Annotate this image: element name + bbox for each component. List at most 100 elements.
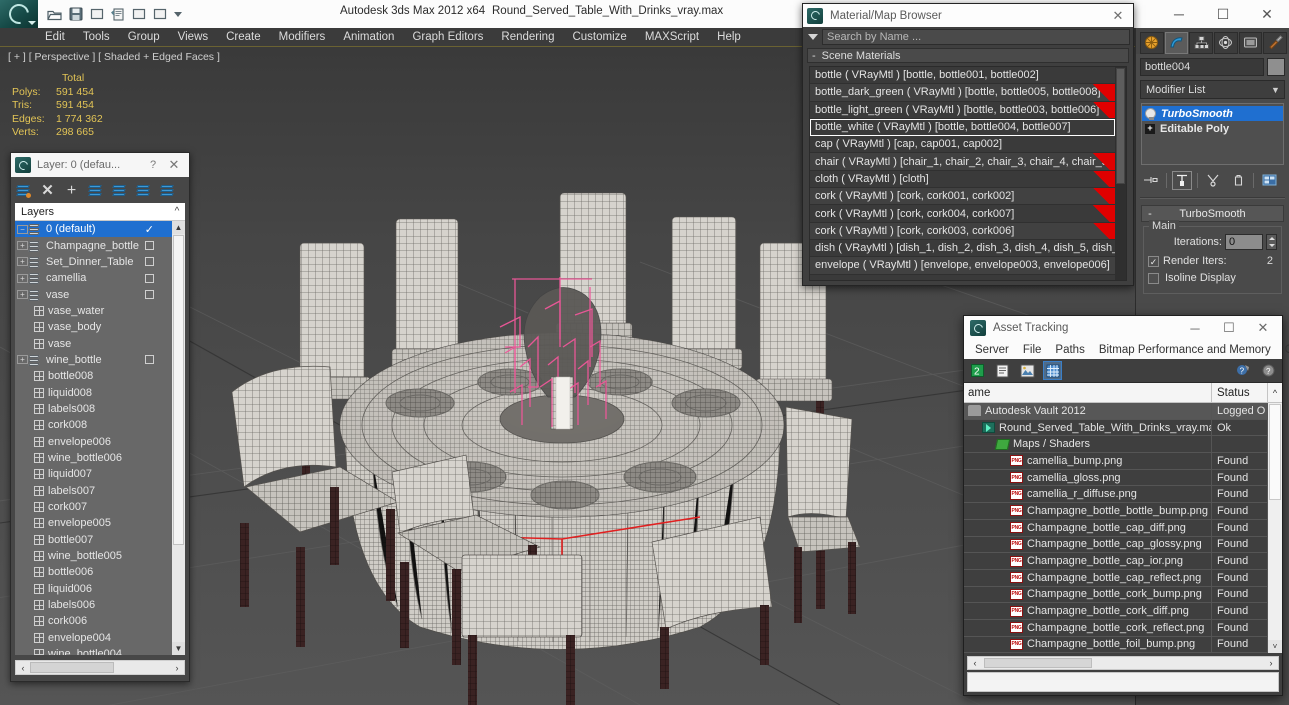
layer-row[interactable]: liquid008 bbox=[15, 384, 172, 400]
asset-minimize-button[interactable]: ─ bbox=[1178, 321, 1212, 336]
modifier-stack-item-turbosmooth[interactable]: TurboSmooth bbox=[1142, 106, 1283, 121]
isoline-display-row[interactable]: Isoline Display bbox=[1148, 272, 1277, 284]
section-collapse-icon[interactable]: - bbox=[812, 50, 816, 62]
layer-checkbox[interactable] bbox=[145, 290, 154, 300]
layer-hscroll-right-icon[interactable]: › bbox=[170, 663, 184, 673]
close-button[interactable]: ✕ bbox=[1245, 0, 1289, 28]
layer-help-button[interactable]: ? bbox=[143, 159, 163, 171]
asset-menu-file[interactable]: File bbox=[1016, 344, 1049, 356]
layer-checkbox[interactable] bbox=[145, 257, 154, 267]
scene-materials-section-header[interactable]: - Scene Materials bbox=[807, 48, 1129, 63]
modifier-stack-item-editable-poly[interactable]: + Editable Poly bbox=[1142, 121, 1283, 136]
material-row[interactable]: cork ( VRayMtl ) [cork, cork001, cork002… bbox=[810, 188, 1115, 206]
isoline-display-checkbox[interactable] bbox=[1148, 272, 1159, 284]
layer-checkbox[interactable] bbox=[145, 355, 154, 365]
asset-table-body[interactable]: Autodesk Vault 2012 Logged O Round_Served_… bbox=[964, 403, 1282, 653]
menu-item-customize[interactable]: Customize bbox=[563, 28, 635, 46]
asset-hscroll-right-icon[interactable]: › bbox=[1264, 658, 1278, 668]
help-icon[interactable]: ? bbox=[1259, 361, 1278, 380]
modifier-list-dropdown[interactable]: Modifier List ▼ bbox=[1140, 80, 1285, 99]
layer-scroll-down-button[interactable]: ▼ bbox=[172, 642, 185, 655]
modify-tab-icon[interactable] bbox=[1164, 31, 1189, 54]
asset-maximize-button[interactable]: ☐ bbox=[1212, 320, 1246, 336]
hide-layer-icon[interactable] bbox=[160, 183, 175, 198]
layer-list-horizontal-scrollbar[interactable]: ‹ › bbox=[15, 660, 185, 675]
asset-close-button[interactable]: ✕ bbox=[1246, 320, 1280, 336]
asset-table-row[interactable]: Round_Served_Table_With_Drinks_vray.max O… bbox=[964, 419, 1268, 437]
expand-collapse-icon[interactable]: + bbox=[17, 241, 28, 251]
layer-row[interactable]: vase_body bbox=[15, 319, 172, 335]
asset-scroll-thumb[interactable] bbox=[1269, 404, 1281, 500]
expand-collapse-icon[interactable]: + bbox=[17, 355, 28, 365]
asset-tracking-window[interactable]: Asset Tracking ─ ☐ ✕ Server File Paths B… bbox=[963, 315, 1289, 696]
layer-row[interactable]: + wine_bottle bbox=[15, 352, 172, 368]
layer-row[interactable]: wine_bottle006 bbox=[15, 450, 172, 466]
layer-row[interactable]: bottle007 bbox=[15, 532, 172, 548]
configure-modifier-sets-icon[interactable] bbox=[1259, 171, 1279, 190]
asset-table-row[interactable]: PNG Champagne_bottle_foil_bump.png Found bbox=[964, 636, 1268, 653]
select-highlighted-objects-icon[interactable] bbox=[112, 183, 127, 198]
layer-list[interactable]: − 0 (default) ✓ + Champagne_bottle + Set_Dinne… bbox=[15, 221, 185, 655]
minimize-button[interactable]: ─ bbox=[1157, 0, 1201, 28]
layer-row[interactable]: bottle008 bbox=[15, 368, 172, 384]
material-row[interactable]: cloth ( VRayMtl ) [cloth] bbox=[810, 170, 1115, 189]
asset-vertical-scrollbar[interactable]: ˅ bbox=[1268, 403, 1282, 653]
asset-table-row[interactable]: PNG camellia_r_diffuse.png Found bbox=[964, 486, 1268, 504]
create-new-layer-icon[interactable] bbox=[16, 183, 31, 198]
asset-menu-paths[interactable]: Paths bbox=[1048, 344, 1091, 356]
select-objects-in-layer-icon[interactable] bbox=[88, 183, 103, 198]
grid-view-icon[interactable] bbox=[1043, 361, 1062, 380]
layer-row[interactable]: labels008 bbox=[15, 401, 172, 417]
asset-table-row[interactable]: Autodesk Vault 2012 Logged O bbox=[964, 403, 1268, 420]
render-icon[interactable] bbox=[151, 6, 168, 23]
material-row[interactable]: cork ( VRayMtl ) [cork, cork004, cork007… bbox=[810, 205, 1115, 223]
expand-collapse-icon[interactable]: + bbox=[17, 290, 28, 300]
layer-row[interactable]: vase_water bbox=[15, 303, 172, 319]
material-list[interactable]: bottle ( VRayMtl ) [bottle, bottle001, b… bbox=[809, 66, 1127, 281]
highlight-selected-objects-icon[interactable] bbox=[136, 183, 151, 198]
menu-item-maxscript[interactable]: MAXScript bbox=[636, 28, 708, 46]
menu-item-help[interactable]: Help bbox=[708, 28, 750, 46]
modifier-enable-icon[interactable] bbox=[1145, 108, 1156, 120]
list-view-icon[interactable] bbox=[993, 361, 1012, 380]
material-row[interactable]: bottle_dark_green ( VRayMtl ) [bottle, b… bbox=[810, 84, 1115, 102]
material-browser-close-button[interactable]: ✕ bbox=[1107, 8, 1129, 24]
material-row[interactable]: cork ( VRayMtl ) [cork, cork003, cork006… bbox=[810, 222, 1115, 240]
layer-list-scroll-up-icon[interactable]: ^ bbox=[169, 206, 185, 217]
save-icon[interactable] bbox=[67, 6, 84, 23]
material-row[interactable]: chair ( VRayMtl ) [chair_1, chair_2, cha… bbox=[810, 153, 1115, 171]
asset-hscroll-left-icon[interactable]: ‹ bbox=[968, 658, 982, 668]
material-list-scrollbar[interactable] bbox=[1115, 67, 1126, 280]
asset-table-row[interactable]: PNG Champagne_bottle_cap_ior.png Found bbox=[964, 553, 1268, 570]
layer-hscroll-thumb[interactable] bbox=[30, 662, 114, 673]
pin-stack-icon[interactable] bbox=[1141, 171, 1161, 190]
layer-scroll-thumb[interactable] bbox=[173, 235, 184, 545]
material-row[interactable]: bottle_light_green ( VRayMtl ) [bottle, … bbox=[810, 101, 1115, 119]
asset-table-row[interactable]: PNG Champagne_bottle_cork_bump.png Found bbox=[964, 586, 1268, 604]
layer-checkbox[interactable] bbox=[145, 273, 154, 283]
iterations-input[interactable]: 0 bbox=[1225, 234, 1263, 250]
layer-row[interactable]: vase bbox=[15, 335, 172, 351]
asset-table-row[interactable]: PNG camellia_gloss.png Found bbox=[964, 469, 1268, 487]
layer-hscroll-left-icon[interactable]: ‹ bbox=[16, 663, 30, 673]
material-row[interactable]: dish ( VRayMtl ) [dish_1, dish_2, dish_3… bbox=[810, 240, 1115, 258]
menu-item-graph-editors[interactable]: Graph Editors bbox=[403, 28, 492, 46]
expand-collapse-icon[interactable]: + bbox=[17, 273, 28, 283]
remove-modifier-icon[interactable] bbox=[1228, 171, 1248, 190]
layer-row[interactable]: wine_bottle004 bbox=[15, 646, 172, 655]
layer-manager-window[interactable]: Layer: 0 (defau... ? ✕ ✕ + Layers ^ − 0 (… bbox=[10, 152, 190, 682]
layer-row[interactable]: liquid006 bbox=[15, 581, 172, 597]
quick-access-chevron-down-icon[interactable] bbox=[174, 11, 182, 17]
asset-scroll-down-button[interactable]: ˅ bbox=[1268, 640, 1282, 653]
material-row[interactable]: envelope ( VRayMtl ) [envelope, envelope… bbox=[810, 257, 1115, 275]
layer-row[interactable]: envelope005 bbox=[15, 515, 172, 531]
expand-collapse-icon[interactable]: − bbox=[17, 224, 28, 234]
layer-scroll-up-button[interactable]: ▲ bbox=[172, 221, 185, 234]
layer-row[interactable]: envelope004 bbox=[15, 630, 172, 646]
new-icon[interactable] bbox=[130, 6, 147, 23]
layer-row[interactable]: + Champagne_bottle bbox=[15, 237, 172, 253]
delete-layer-icon[interactable]: ✕ bbox=[40, 183, 55, 198]
layer-row[interactable]: cork006 bbox=[15, 613, 172, 629]
rollout-collapse-icon[interactable]: - bbox=[1142, 208, 1158, 220]
asset-table-row[interactable]: Maps / Shaders bbox=[964, 436, 1268, 454]
